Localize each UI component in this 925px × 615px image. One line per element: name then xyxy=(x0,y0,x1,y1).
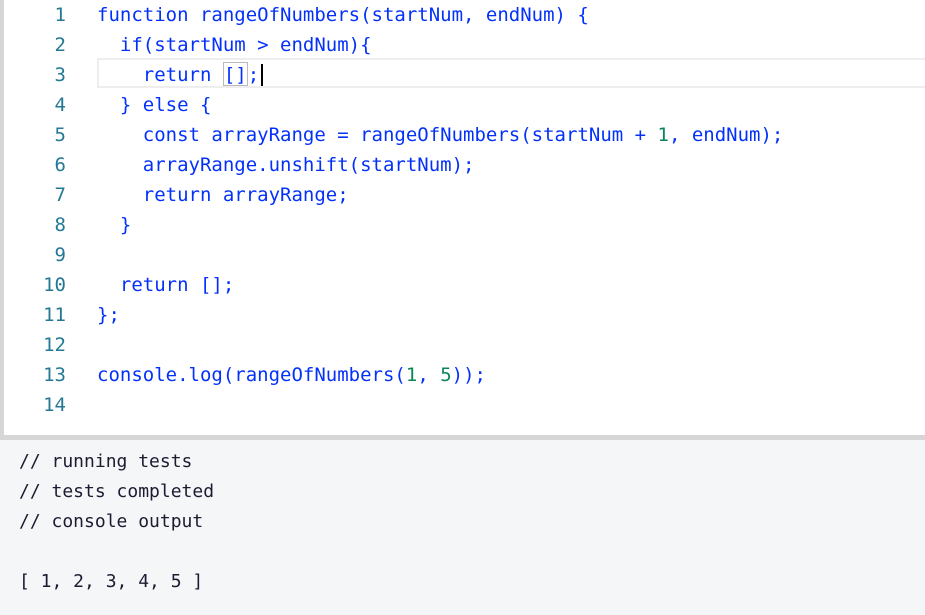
code-line[interactable]: 7 return arrayRange; xyxy=(4,180,925,210)
code-token: arrayRange.unshift(startNum); xyxy=(97,154,475,176)
code-token: } xyxy=(97,214,132,236)
line-number: 11 xyxy=(43,304,66,326)
code-line[interactable]: 2 if(startNum > endNum){ xyxy=(4,30,925,60)
code-line[interactable]: 12 xyxy=(4,330,925,360)
code-token: , xyxy=(417,364,441,386)
line-number: 9 xyxy=(54,244,66,266)
code-line[interactable]: 5 const arrayRange = rangeOfNumbers(star… xyxy=(4,120,925,150)
line-number: 1 xyxy=(54,4,66,26)
code-token: } else { xyxy=(97,94,212,116)
code-token: ; xyxy=(247,64,260,86)
code-text[interactable]: } xyxy=(97,210,131,240)
code-token: 1 xyxy=(657,124,669,146)
console-comment: // running tests xyxy=(19,451,193,472)
code-text[interactable]: } else { xyxy=(97,90,212,120)
text-cursor xyxy=(261,64,263,86)
line-number: 10 xyxy=(43,274,66,296)
code-text[interactable]: function rangeOfNumbers(startNum, endNum… xyxy=(97,0,589,30)
code-line[interactable]: 3 return []; xyxy=(4,60,925,90)
code-token: return []; xyxy=(97,274,235,296)
code-line[interactable]: 1 function rangeOfNumbers(startNum, endNu… xyxy=(4,0,925,30)
code-token: }; xyxy=(97,304,120,326)
code-line[interactable]: 14 xyxy=(4,390,925,420)
console-comment: // console output xyxy=(19,511,204,532)
line-number: 8 xyxy=(54,214,66,236)
code-token: 5 xyxy=(440,364,452,386)
code-text[interactable]: }; xyxy=(97,300,120,330)
line-number: 4 xyxy=(54,94,66,116)
line-number: 14 xyxy=(43,394,66,416)
code-token: , endNum); xyxy=(668,124,784,146)
code-text[interactable]: return []; xyxy=(97,60,259,90)
console-result xyxy=(0,537,925,567)
line-number: 13 xyxy=(43,364,66,386)
console-output: // running tests // tests completed // con… xyxy=(0,440,925,615)
line-number: 5 xyxy=(54,124,66,146)
code-text[interactable]: if(startNum > endNum){ xyxy=(97,30,372,60)
line-number: 12 xyxy=(43,334,66,356)
line-number: 2 xyxy=(54,34,66,56)
code-line[interactable]: 6 arrayRange.unshift(startNum); xyxy=(4,150,925,180)
code-token: )); xyxy=(451,364,486,386)
console-comment: // tests completed xyxy=(19,481,215,502)
code-text[interactable]: return []; xyxy=(97,270,234,300)
code-text[interactable]: console.log(rangeOfNumbers(1, 5)); xyxy=(97,360,486,390)
code-line[interactable]: 4 } else { xyxy=(4,90,925,120)
code-token: const arrayRange = rangeOfNumbers(startN… xyxy=(97,124,658,146)
code-token: 1 xyxy=(405,364,418,386)
code-token: console.log(rangeOfNumbers( xyxy=(97,364,406,386)
code-line[interactable]: 11}; xyxy=(4,300,925,330)
code-line[interactable]: 10 return []; xyxy=(4,270,925,300)
bracket-match-highlight: [] xyxy=(222,62,248,86)
console-result: [ 1, 2, 3, 4, 5 ] xyxy=(19,571,204,592)
code-editor[interactable]: 1 function rangeOfNumbers(startNum, endNu… xyxy=(0,0,925,435)
code-line[interactable]: 8 } xyxy=(4,210,925,240)
code-token: return xyxy=(97,64,223,86)
line-number: 3 xyxy=(54,64,66,86)
code-token: return arrayRange; xyxy=(97,184,349,206)
code-text[interactable]: const arrayRange = rangeOfNumbers(startN… xyxy=(97,120,784,150)
code-token: function rangeOfNumbers(startNum, endNum… xyxy=(97,4,589,26)
code-line[interactable]: 13 console.log(rangeOfNumbers(1, 5)); xyxy=(4,360,925,390)
code-token: if(startNum > endNum){ xyxy=(97,34,372,56)
code-text[interactable]: arrayRange.unshift(startNum); xyxy=(97,150,475,180)
line-number: 7 xyxy=(54,184,66,206)
line-number: 6 xyxy=(54,154,66,176)
code-text[interactable]: return arrayRange; xyxy=(97,180,349,210)
code-line[interactable]: 9 xyxy=(4,240,925,270)
